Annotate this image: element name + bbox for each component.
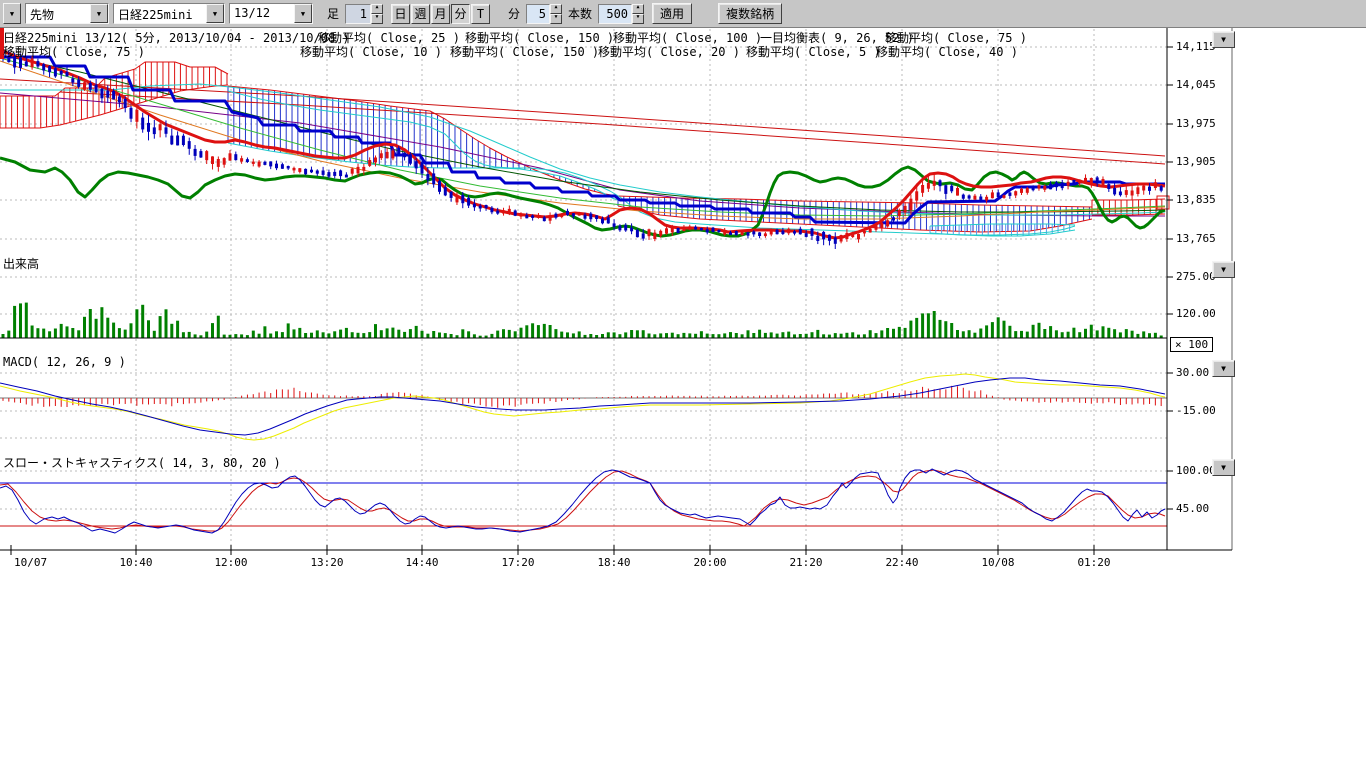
price-axis-label: 14,045 <box>1176 78 1216 91</box>
chevron-down-icon[interactable]: ▼ <box>294 4 312 23</box>
instrument-type-select[interactable]: 先物 ▼ <box>25 3 109 24</box>
time-axis-label: 17:20 <box>501 556 534 569</box>
multi-symbol-button[interactable]: 複数銘柄 <box>718 3 782 24</box>
minute-value[interactable]: 5 <box>526 4 550 24</box>
apply-button[interactable]: 適用 <box>652 3 692 24</box>
toolbar: ▼ 先物 ▼ 日経225mini ▼ 13/12 ▼ 足 1 ▲▼ 日 週 月 … <box>0 0 1366 28</box>
indicator-label: 移動平均( Close, 5 ) <box>746 43 881 60</box>
chart-canvas[interactable] <box>0 28 1366 768</box>
time-axis-label: 14:40 <box>405 556 438 569</box>
bars-count-label: 本数 <box>566 5 594 22</box>
contract-month-value: 13/12 <box>230 4 294 23</box>
time-axis-label: 20:00 <box>693 556 726 569</box>
indicator-label: 移動平均( Close, 150 ) <box>450 43 599 60</box>
volume-panel-label: 出来高 <box>3 255 39 272</box>
chevron-down-icon[interactable]: ▼ <box>3 3 21 24</box>
instrument-type-value: 先物 <box>26 4 90 23</box>
chevron-down-icon[interactable]: ▼ <box>206 4 224 23</box>
spinner-buttons[interactable]: ▲▼ <box>550 4 562 24</box>
bars-count-value[interactable]: 500 <box>598 4 632 24</box>
indicator-label: 移動平均( Close, 40 ) <box>876 43 1018 60</box>
spin-up-icon[interactable]: ▲ <box>632 4 644 14</box>
volume-multiplier-box: × 100 <box>1170 337 1213 352</box>
panel-scale-dropdown-button[interactable]: ▼ <box>1212 261 1235 278</box>
volume-axis-label: 275.00 <box>1176 270 1216 283</box>
minute-label: 分 <box>506 5 522 22</box>
volume-axis-label: 120.00 <box>1176 307 1216 320</box>
spin-up-icon[interactable]: ▲ <box>371 4 383 14</box>
indicator-label: 移動平均( Close, 10 ) <box>300 43 442 60</box>
price-axis-label: 14,115 <box>1176 40 1216 53</box>
time-axis-label: 18:40 <box>597 556 630 569</box>
macd-axis-label: 30.00 <box>1176 366 1209 379</box>
contract-month-select[interactable]: 13/12 ▼ <box>229 3 313 24</box>
period-month-button[interactable]: 月 <box>431 4 450 24</box>
chart-area: 日経225mini 13/12( 5分, 2013/10/04 - 2013/1… <box>0 28 1366 768</box>
price-axis-label: 13,835 <box>1176 193 1216 206</box>
time-axis-label: 10/08 <box>981 556 1014 569</box>
stochastics-panel-label: スロー・ストキャスティクス( 14, 3, 80, 20 ) <box>3 454 281 471</box>
indicator-header-row-2: 移動平均( Close, 75 ) 移動平均( Close, 10 ) 移動平均( … <box>0 43 1160 57</box>
chevron-down-icon[interactable]: ▼ <box>90 4 108 23</box>
time-axis-label: 22:40 <box>885 556 918 569</box>
macd-panel-label: MACD( 12, 26, 9 ) <box>3 355 126 369</box>
panel-scale-dropdown-button[interactable]: ▼ <box>1212 459 1235 476</box>
time-axis-label: 13:20 <box>310 556 343 569</box>
price-axis-label: 13,905 <box>1176 155 1216 168</box>
time-axis-label: 21:20 <box>789 556 822 569</box>
spin-down-icon[interactable]: ▼ <box>550 14 562 24</box>
mini-dropdown[interactable]: ▼ <box>3 3 21 24</box>
period-day-button[interactable]: 日 <box>391 4 410 24</box>
spinner-buttons[interactable]: ▲▼ <box>632 4 644 24</box>
spin-down-icon[interactable]: ▼ <box>632 14 644 24</box>
symbol-select[interactable]: 日経225mini ▼ <box>113 3 225 24</box>
time-axis-label: 10/07 <box>14 556 47 569</box>
panel-scale-dropdown-button[interactable]: ▼ <box>1212 360 1235 377</box>
symbol-value: 日経225mini <box>114 4 206 23</box>
period-week-button[interactable]: 週 <box>411 4 430 24</box>
time-axis-label: 10:40 <box>119 556 152 569</box>
bar-interval-stepper[interactable]: 1 ▲▼ <box>345 4 383 24</box>
stochastics-axis-label: 45.00 <box>1176 502 1209 515</box>
time-axis-label: 01:20 <box>1077 556 1110 569</box>
spinner-buttons[interactable]: ▲▼ <box>371 4 383 24</box>
period-minute-button[interactable]: 分 <box>451 4 470 24</box>
period-tick-button[interactable]: T <box>471 4 490 24</box>
indicator-label: 移動平均( Close, 20 ) <box>598 43 740 60</box>
spin-up-icon[interactable]: ▲ <box>550 4 562 14</box>
macd-axis-label: -15.00 <box>1176 404 1216 417</box>
time-axis-label: 12:00 <box>214 556 247 569</box>
bar-interval-value[interactable]: 1 <box>345 4 371 24</box>
minute-stepper[interactable]: 5 ▲▼ <box>526 4 562 24</box>
app-window: ▼ 先物 ▼ 日経225mini ▼ 13/12 ▼ 足 1 ▲▼ 日 週 月 … <box>0 0 1366 768</box>
price-axis-label: 13,975 <box>1176 117 1216 130</box>
price-axis-label: 13,765 <box>1176 232 1216 245</box>
indicator-header-row-1: 日経225mini 13/12( 5分, 2013/10/04 - 2013/1… <box>0 29 1160 43</box>
stochastics-axis-label: 100.00 <box>1176 464 1216 477</box>
indicator-label: 移動平均( Close, 75 ) <box>3 43 145 60</box>
period-button-group: 日 週 月 分 T <box>391 4 490 24</box>
spin-down-icon[interactable]: ▼ <box>371 14 383 24</box>
bar-label: 足 <box>325 5 341 22</box>
bars-count-stepper[interactable]: 500 ▲▼ <box>598 4 644 24</box>
panel-scale-dropdown-button[interactable]: ▼ <box>1212 31 1235 48</box>
